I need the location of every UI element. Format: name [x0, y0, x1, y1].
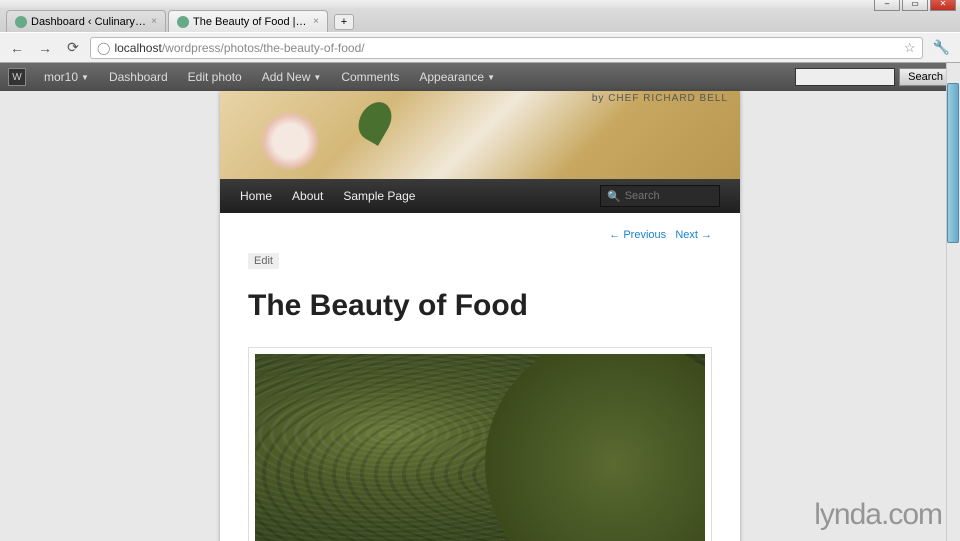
adminbar-search-input[interactable] [795, 68, 895, 86]
search-icon: 🔍 [607, 190, 621, 203]
adminbar-edit-photo[interactable]: Edit photo [178, 63, 252, 91]
wp-logo-icon[interactable]: W [8, 68, 26, 86]
chevron-down-icon: ▼ [81, 73, 89, 82]
post-title: The Beauty of Food [248, 289, 712, 323]
back-button[interactable]: ← [6, 37, 28, 59]
nav-sample-page[interactable]: Sample Page [343, 189, 415, 203]
window-maximize-button[interactable]: ▭ [902, 0, 928, 11]
wp-admin-bar: W mor10 ▼ Dashboard Edit photo Add New▼ … [0, 63, 960, 91]
forward-button[interactable]: → [34, 37, 56, 59]
nav-toolbar: ← → ⟳ ◯ localhost/wordpress/photos/the-b… [0, 32, 960, 62]
site-search[interactable]: 🔍 [600, 185, 720, 207]
viewport: W mor10 ▼ Dashboard Edit photo Add New▼ … [0, 63, 960, 541]
edit-post-link[interactable]: Edit [248, 253, 279, 269]
adminbar-item-label: Add New [262, 70, 311, 84]
globe-icon: ◯ [97, 41, 110, 55]
favicon-icon [177, 16, 189, 28]
adminbar-item-label: Appearance [419, 70, 484, 84]
adminbar-add-new[interactable]: Add New▼ [252, 63, 332, 91]
scroll-thumb[interactable] [947, 83, 959, 243]
tab-bar: Dashboard ‹ Culinary Artist × The Beauty… [0, 8, 960, 32]
chevron-down-icon: ▼ [487, 73, 495, 82]
adminbar-item-label: Comments [341, 70, 399, 84]
browser-tab-dashboard[interactable]: Dashboard ‹ Culinary Artist × [6, 10, 166, 32]
adminbar-item-label: Edit photo [188, 70, 242, 84]
window-close-button[interactable]: ✕ [930, 0, 956, 11]
window-controls: – ▭ ✕ [874, 0, 956, 11]
adminbar-appearance[interactable]: Appearance▼ [409, 63, 505, 91]
browser-tab-current[interactable]: The Beauty of Food | Culina × [168, 10, 328, 32]
tab-close-icon[interactable]: × [151, 16, 157, 27]
window-titlebar: – ▭ ✕ [0, 0, 960, 8]
post-featured-image [248, 347, 712, 541]
adminbar-comments[interactable]: Comments [331, 63, 409, 91]
wrench-menu-icon[interactable]: 🔧 [929, 39, 954, 56]
tab-title: The Beauty of Food | Culina [193, 16, 309, 28]
post-nav: ← Previous Next → [248, 229, 712, 241]
vertical-scrollbar[interactable] [946, 63, 960, 541]
site-container: by CHEF RICHARD BELL Home About Sample P… [220, 91, 740, 541]
site-nav: Home About Sample Page 🔍 [220, 179, 740, 213]
adminbar-dashboard[interactable]: Dashboard [99, 63, 178, 91]
chevron-down-icon: ▼ [313, 73, 321, 82]
adminbar-user-label: mor10 [44, 70, 78, 84]
next-post-link[interactable]: Next → [675, 229, 712, 241]
new-tab-button[interactable]: + [334, 14, 354, 30]
adminbar-item-label: Dashboard [109, 70, 168, 84]
window-minimize-button[interactable]: – [874, 0, 900, 11]
reload-button[interactable]: ⟳ [62, 37, 84, 59]
post-content: ← Previous Next → Edit The Beauty of Foo… [220, 213, 740, 541]
favicon-icon [15, 16, 27, 28]
artichoke-photo [255, 354, 705, 541]
tab-close-icon[interactable]: × [313, 16, 319, 27]
browser-chrome: – ▭ ✕ Dashboard ‹ Culinary Artist × The … [0, 0, 960, 63]
url-bar[interactable]: ◯ localhost/wordpress/photos/the-beauty-… [90, 37, 923, 59]
site-search-input[interactable] [625, 190, 705, 202]
prev-post-link[interactable]: ← Previous [609, 229, 666, 241]
url-host: localhost [114, 41, 161, 55]
bookmark-star-icon[interactable]: ☆ [904, 40, 916, 56]
nav-about[interactable]: About [292, 189, 323, 203]
url-path: /wordpress/photos/the-beauty-of-food/ [162, 41, 365, 55]
adminbar-search-button[interactable]: Search [899, 68, 952, 86]
tab-title: Dashboard ‹ Culinary Artist [31, 16, 147, 28]
header-image: by CHEF RICHARD BELL [220, 91, 740, 179]
page-wrap: by CHEF RICHARD BELL Home About Sample P… [0, 91, 960, 541]
header-byline: by CHEF RICHARD BELL [592, 93, 728, 104]
adminbar-user[interactable]: mor10 ▼ [34, 63, 99, 91]
nav-home[interactable]: Home [240, 189, 272, 203]
adminbar-search: Search [795, 68, 952, 86]
